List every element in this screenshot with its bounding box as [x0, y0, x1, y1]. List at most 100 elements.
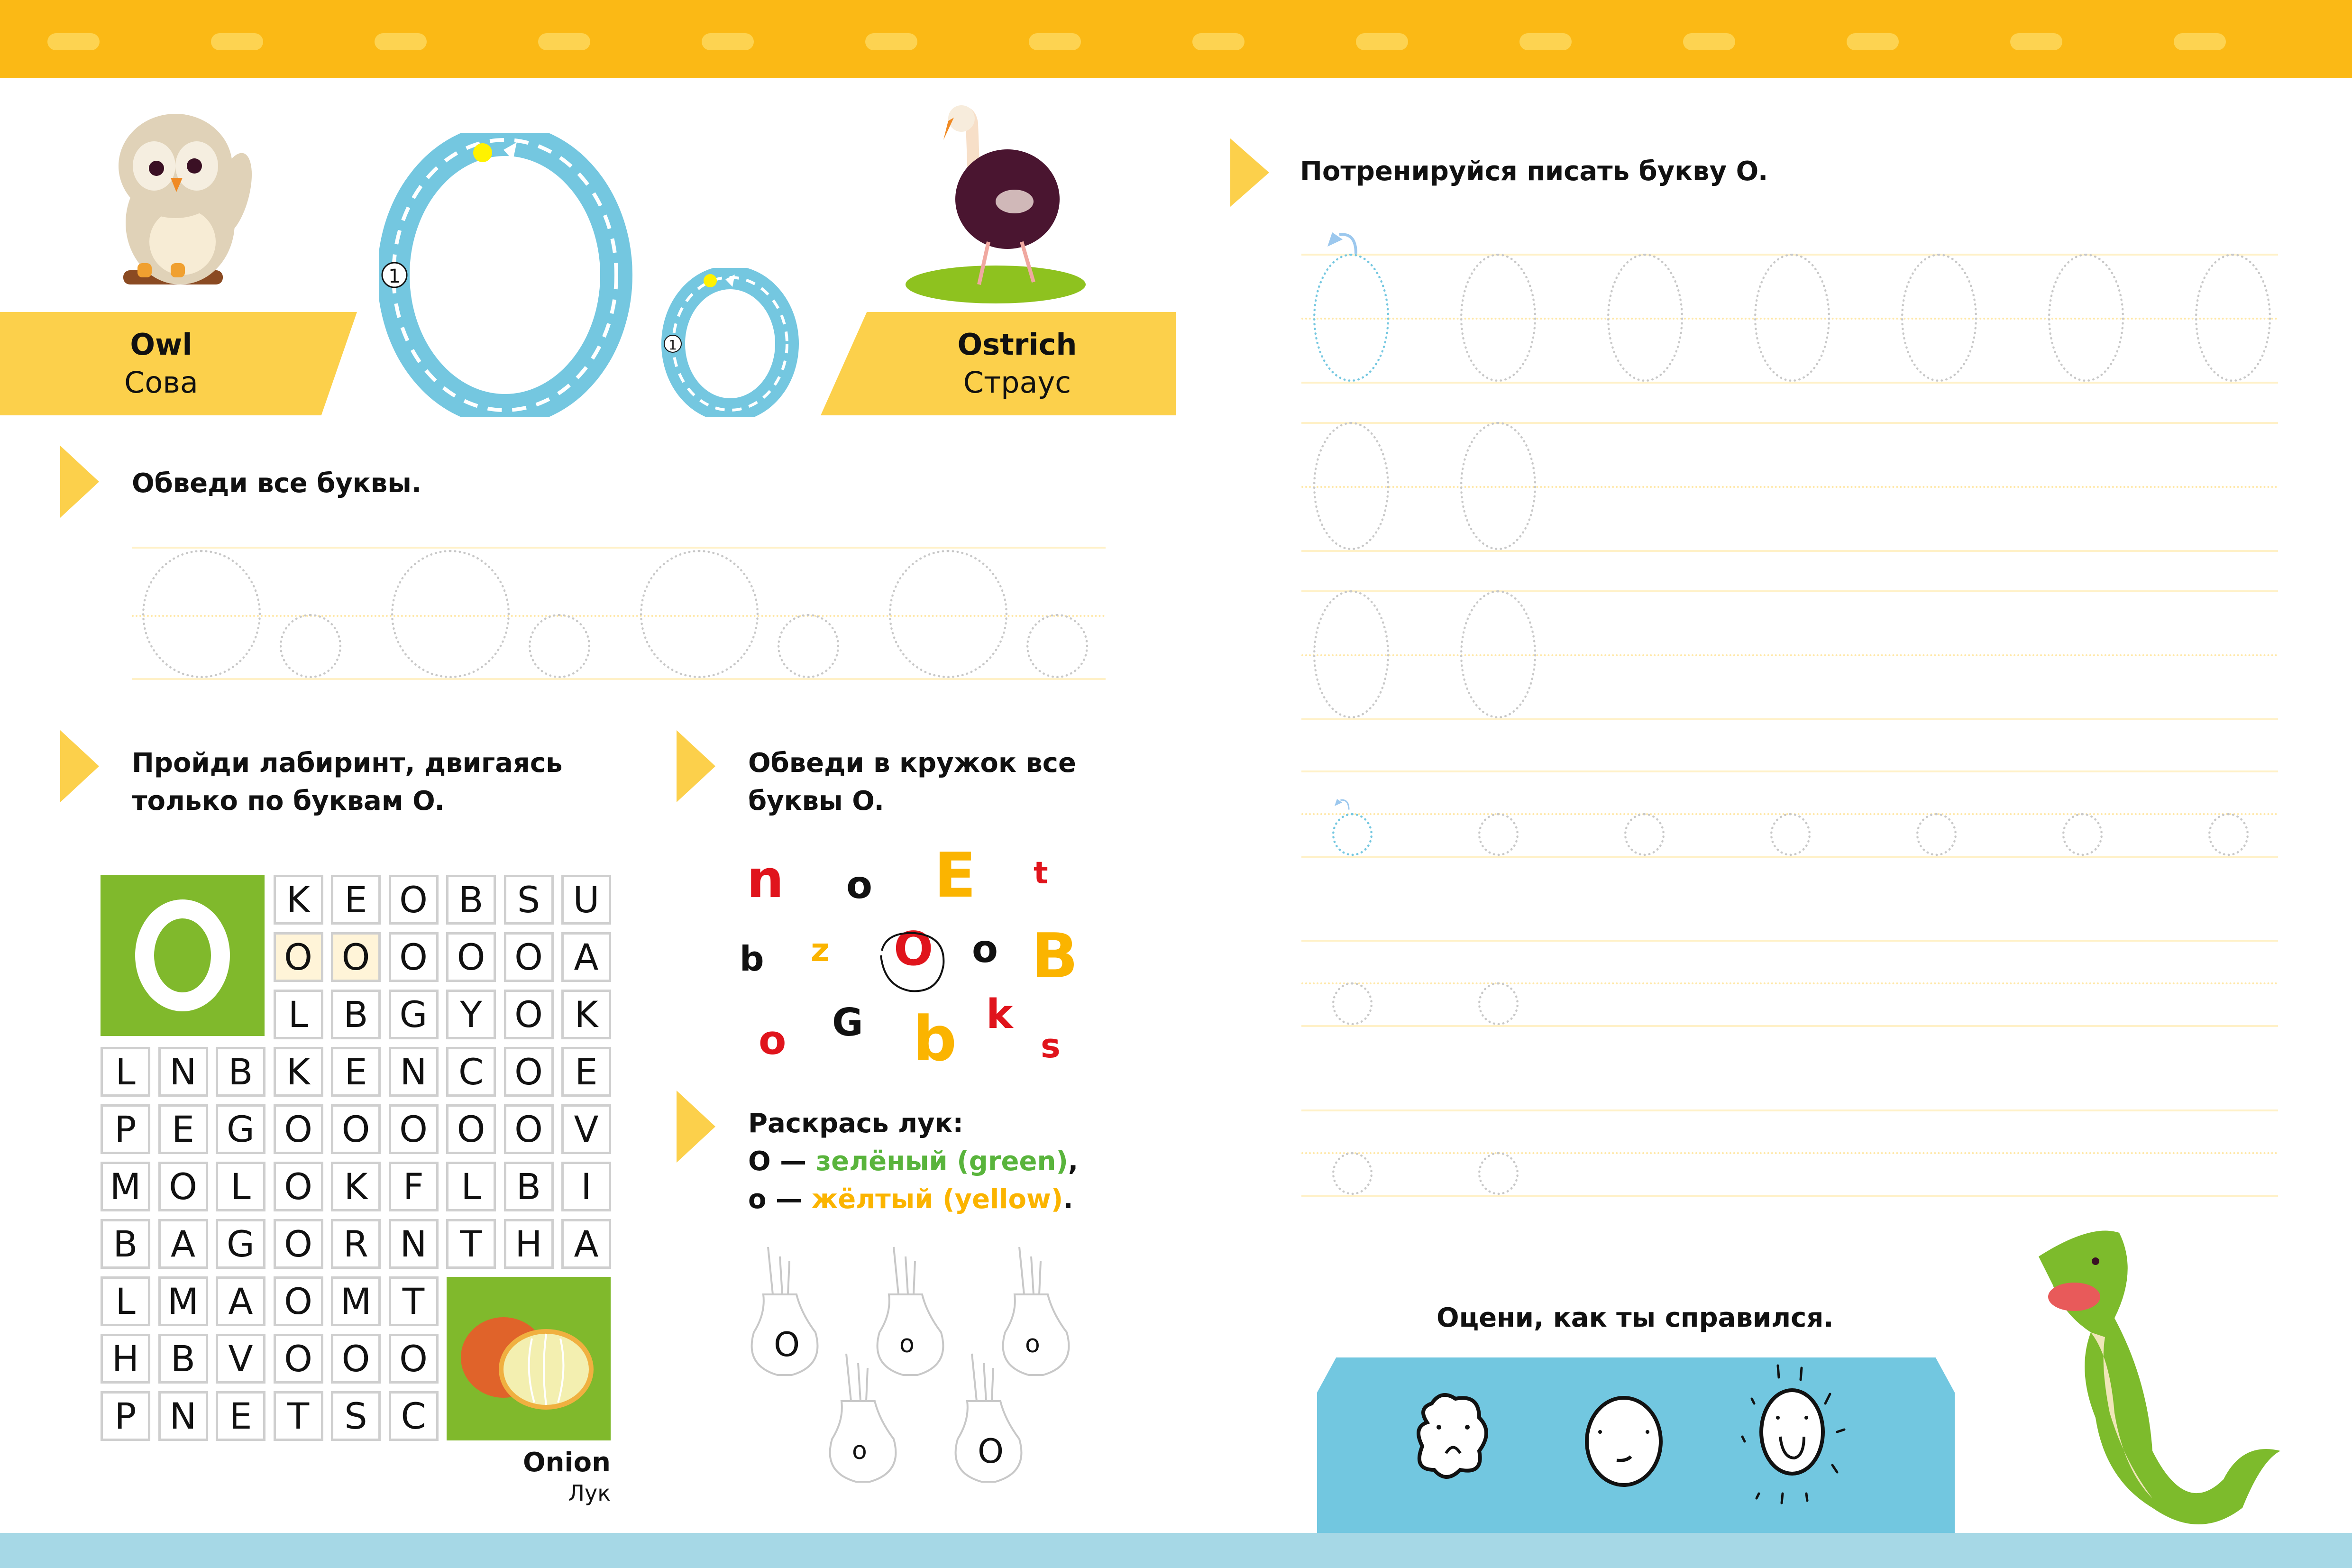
- trace-letter-uppercase-o[interactable]: [889, 550, 1007, 678]
- practice-lowercase-o[interactable]: [2062, 813, 2103, 856]
- maze-cell[interactable]: O: [331, 932, 381, 982]
- maze-cell[interactable]: O: [331, 1334, 381, 1384]
- maze-cell[interactable]: E: [331, 1047, 381, 1097]
- practice-lowercase-o[interactable]: [1770, 813, 1811, 856]
- practice-uppercase-o[interactable]: [1607, 254, 1683, 382]
- scattered-letter[interactable]: B: [1031, 920, 1078, 992]
- practice-lowercase-o[interactable]: [1916, 813, 1957, 856]
- trace-letter-uppercase-o[interactable]: [142, 550, 261, 678]
- maze-cell[interactable]: G: [216, 1219, 265, 1269]
- maze-cell[interactable]: B: [503, 1162, 554, 1211]
- maze-cell[interactable]: T: [446, 1219, 496, 1269]
- maze-cell[interactable]: G: [216, 1104, 265, 1154]
- maze-cell[interactable]: O: [446, 1104, 496, 1154]
- scattered-letter[interactable]: o: [972, 927, 998, 971]
- practice-lowercase-o[interactable]: [1478, 813, 1519, 856]
- maze-cell[interactable]: V: [216, 1334, 265, 1384]
- maze-cell[interactable]: O: [273, 1162, 323, 1211]
- neutral-face-icon[interactable]: [1583, 1394, 1664, 1489]
- practice-lowercase-o[interactable]: [2208, 813, 2249, 856]
- maze-cell[interactable]: S: [503, 875, 554, 925]
- practice-uppercase-o[interactable]: [1754, 254, 1830, 382]
- maze-cell[interactable]: Y: [446, 990, 496, 1039]
- maze-cell[interactable]: O: [388, 932, 439, 982]
- maze-cell[interactable]: K: [273, 875, 323, 925]
- maze-cell[interactable]: O: [273, 1104, 323, 1154]
- maze-cell[interactable]: E: [331, 875, 381, 925]
- trace-letter-lowercase-o[interactable]: [778, 614, 839, 678]
- maze-cell[interactable]: O: [503, 990, 554, 1039]
- maze-cell[interactable]: C: [446, 1047, 496, 1097]
- scattered-letter[interactable]: s: [1041, 1027, 1061, 1065]
- practice-lowercase-o[interactable]: [1478, 982, 1519, 1025]
- maze-cell[interactable]: L: [101, 1276, 150, 1326]
- sad-cloud-face-icon[interactable]: [1413, 1389, 1493, 1484]
- practice-guide-uppercase-o[interactable]: [1313, 254, 1389, 382]
- practice-uppercase-o[interactable]: [1460, 590, 1536, 718]
- scattered-letter[interactable]: G: [832, 1000, 863, 1045]
- practice-uppercase-o[interactable]: [1901, 254, 1977, 382]
- maze-cell[interactable]: B: [446, 875, 496, 925]
- maze-cell[interactable]: C: [388, 1391, 439, 1441]
- maze-cell[interactable]: O: [273, 1334, 323, 1384]
- maze-cell[interactable]: A: [561, 1219, 611, 1269]
- maze-cell[interactable]: K: [331, 1162, 381, 1211]
- maze-cell[interactable]: N: [388, 1219, 439, 1269]
- trace-letter-lowercase-o[interactable]: [529, 614, 590, 678]
- maze-cell[interactable]: A: [158, 1219, 208, 1269]
- maze-cell[interactable]: V: [561, 1104, 611, 1154]
- maze-cell[interactable]: O: [388, 1104, 439, 1154]
- maze-cell[interactable]: N: [158, 1391, 208, 1441]
- maze-cell[interactable]: P: [101, 1104, 150, 1154]
- maze-cell[interactable]: O: [388, 875, 439, 925]
- maze-cell[interactable]: B: [216, 1047, 265, 1097]
- maze-cell[interactable]: E: [158, 1104, 208, 1154]
- scattered-letter[interactable]: z: [811, 932, 830, 969]
- onion-outline[interactable]: O: [744, 1242, 825, 1386]
- maze-cell[interactable]: L: [273, 990, 323, 1039]
- maze-cell[interactable]: M: [158, 1276, 208, 1326]
- maze-cell[interactable]: G: [388, 990, 439, 1039]
- scattered-letter[interactable]: n: [747, 849, 784, 909]
- maze-cell[interactable]: R: [331, 1219, 381, 1269]
- scattered-letter[interactable]: b: [740, 939, 764, 979]
- happy-sun-face-icon[interactable]: [1730, 1356, 1854, 1508]
- scattered-letter[interactable]: E: [934, 839, 976, 911]
- maze-cell[interactable]: T: [388, 1276, 439, 1326]
- trace-letter-lowercase-o[interactable]: [1026, 614, 1088, 678]
- scattered-letter[interactable]: o: [759, 1017, 786, 1064]
- maze-cell[interactable]: T: [273, 1391, 323, 1441]
- practice-lowercase-o[interactable]: [1624, 813, 1665, 856]
- maze-cell[interactable]: K: [273, 1047, 323, 1097]
- practice-lowercase-o[interactable]: [1332, 1152, 1373, 1195]
- maze-cell[interactable]: B: [101, 1219, 150, 1269]
- maze-cell[interactable]: P: [101, 1391, 150, 1441]
- maze-cell[interactable]: E: [216, 1391, 265, 1441]
- onion-outline[interactable]: O: [948, 1349, 1029, 1493]
- maze-cell[interactable]: K: [561, 990, 611, 1039]
- maze-cell[interactable]: O: [446, 932, 496, 982]
- maze-cell[interactable]: A: [216, 1276, 265, 1326]
- maze-cell[interactable]: H: [101, 1334, 150, 1384]
- scattered-letter[interactable]: k: [986, 991, 1013, 1038]
- practice-lowercase-o[interactable]: [1332, 982, 1373, 1025]
- practice-uppercase-o[interactable]: [1460, 254, 1536, 382]
- maze-cell[interactable]: N: [158, 1047, 208, 1097]
- maze-cell[interactable]: L: [216, 1162, 265, 1211]
- maze-cell[interactable]: F: [388, 1162, 439, 1211]
- maze-cell[interactable]: I: [561, 1162, 611, 1211]
- maze-cell[interactable]: M: [331, 1276, 381, 1326]
- scattered-letter[interactable]: t: [1034, 856, 1048, 891]
- maze-cell[interactable]: O: [503, 1104, 554, 1154]
- practice-uppercase-o[interactable]: [2048, 254, 2124, 382]
- practice-guide-lowercase-o[interactable]: [1332, 813, 1373, 856]
- maze-cell[interactable]: B: [331, 990, 381, 1039]
- maze-cell[interactable]: O: [503, 932, 554, 982]
- trace-letter-uppercase-o[interactable]: [391, 550, 510, 678]
- maze-cell[interactable]: U: [561, 875, 611, 925]
- practice-uppercase-o[interactable]: [1460, 422, 1536, 550]
- practice-uppercase-o[interactable]: [1313, 422, 1389, 550]
- maze-cell[interactable]: N: [388, 1047, 439, 1097]
- maze-cell[interactable]: M: [101, 1162, 150, 1211]
- maze-cell[interactable]: O: [503, 1047, 554, 1097]
